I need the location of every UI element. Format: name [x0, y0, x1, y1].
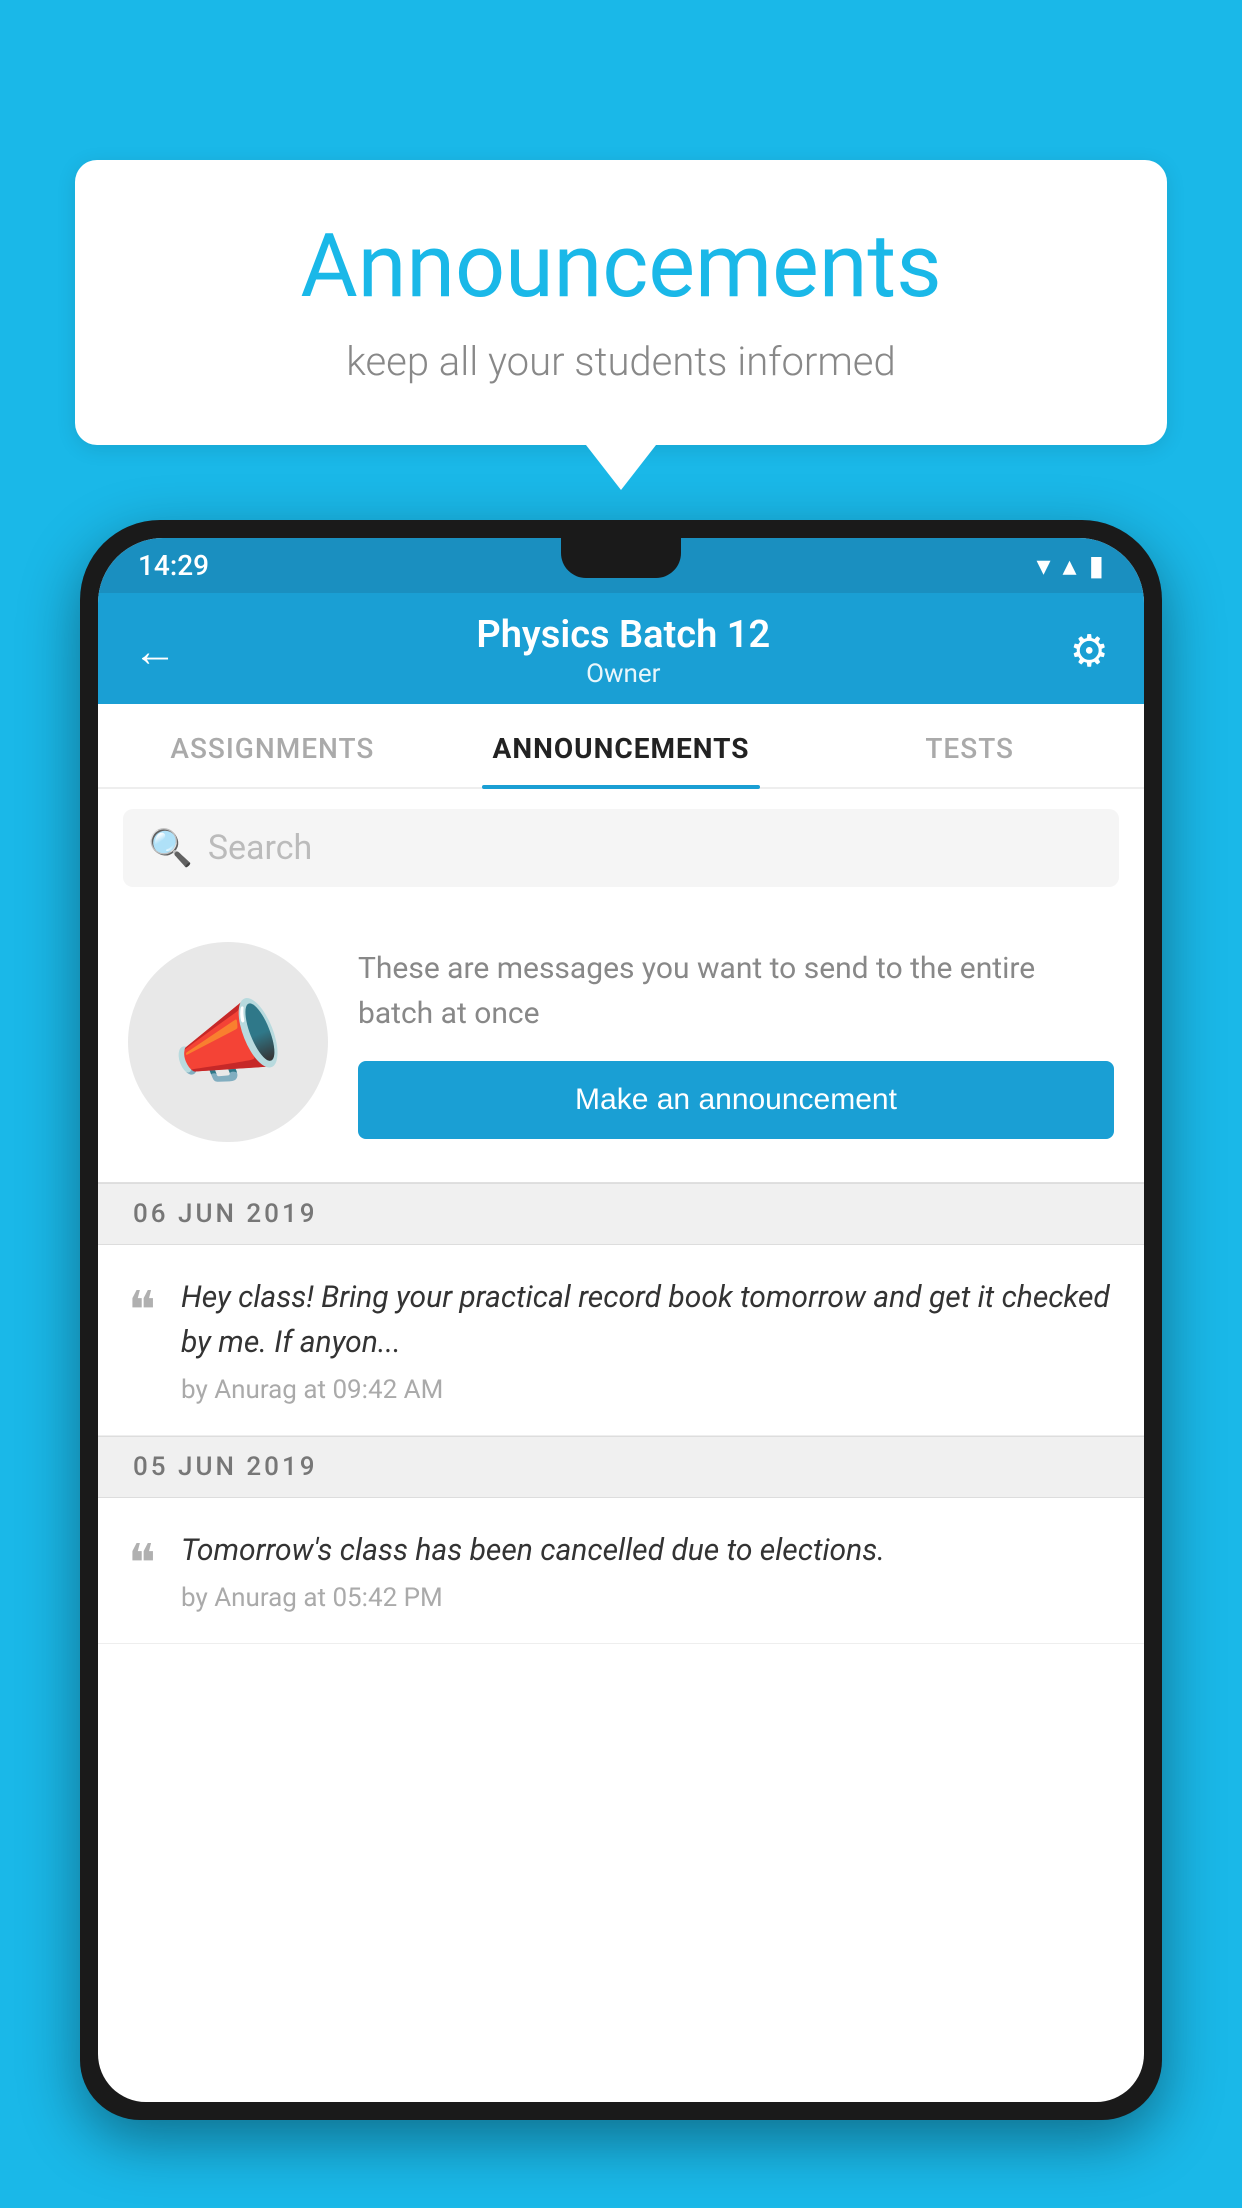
make-announcement-button[interactable]: Make an announcement [358, 1061, 1114, 1139]
date-separator-1: 06 JUN 2019 [98, 1183, 1144, 1245]
megaphone-icon: 📣 [172, 990, 284, 1095]
signal-icon: ▴ [1063, 549, 1077, 582]
header-center: Physics Batch 12 Owner [476, 613, 770, 689]
tabs-container: ASSIGNMENTS ANNOUNCEMENTS TESTS [98, 704, 1144, 789]
announcement-item-1[interactable]: ❝ Hey class! Bring your practical record… [98, 1245, 1144, 1436]
search-bar[interactable]: 🔍 Search [123, 809, 1119, 887]
search-container: 🔍 Search [98, 789, 1144, 907]
speech-bubble-arrow [586, 445, 656, 490]
tab-tests[interactable]: TESTS [795, 704, 1144, 787]
wifi-icon: ▾ [1036, 549, 1050, 582]
bubble-subtitle: keep all your students informed [135, 338, 1107, 385]
phone-screen: 14:29 ▾ ▴ ▮ ← Physics Batch 12 Owner ⚙ [98, 538, 1144, 2102]
speech-bubble: Announcements keep all your students inf… [75, 160, 1167, 445]
tab-announcements[interactable]: ANNOUNCEMENTS [447, 704, 796, 787]
search-icon: 🔍 [148, 827, 193, 869]
announcement-content-1: Hey class! Bring your practical record b… [181, 1275, 1114, 1405]
announcement-content-2: Tomorrow's class has been cancelled due … [181, 1528, 1114, 1613]
back-button[interactable]: ← [133, 625, 177, 677]
settings-icon[interactable]: ⚙ [1070, 625, 1109, 677]
quote-icon-2: ❝ [128, 1533, 156, 1594]
header-subtitle: Owner [476, 659, 770, 689]
phone-outer: 14:29 ▾ ▴ ▮ ← Physics Batch 12 Owner ⚙ [80, 520, 1162, 2120]
promo-description: These are messages you want to send to t… [358, 946, 1114, 1036]
app-header: ← Physics Batch 12 Owner ⚙ [98, 593, 1144, 704]
promo-right: These are messages you want to send to t… [358, 946, 1114, 1139]
promo-icon-circle: 📣 [128, 942, 328, 1142]
date-separator-2: 05 JUN 2019 [98, 1436, 1144, 1498]
announcement-text-2: Tomorrow's class has been cancelled due … [181, 1528, 1114, 1573]
announcement-meta-1: by Anurag at 09:42 AM [181, 1375, 1114, 1405]
status-time: 14:29 [138, 549, 209, 582]
search-placeholder: Search [208, 828, 312, 868]
promo-section: 📣 These are messages you want to send to… [98, 907, 1144, 1183]
quote-icon-1: ❝ [128, 1280, 156, 1341]
announcement-meta-2: by Anurag at 05:42 PM [181, 1583, 1114, 1613]
speech-bubble-section: Announcements keep all your students inf… [75, 160, 1167, 490]
phone-notch [561, 538, 681, 578]
status-icons: ▾ ▴ ▮ [1036, 549, 1104, 582]
battery-icon: ▮ [1089, 549, 1104, 582]
announcement-text-1: Hey class! Bring your practical record b… [181, 1275, 1114, 1365]
announcement-item-2[interactable]: ❝ Tomorrow's class has been cancelled du… [98, 1498, 1144, 1644]
phone-container: 14:29 ▾ ▴ ▮ ← Physics Batch 12 Owner ⚙ [80, 520, 1162, 2208]
tab-assignments[interactable]: ASSIGNMENTS [98, 704, 447, 787]
header-title: Physics Batch 12 [476, 613, 770, 657]
bubble-title: Announcements [135, 215, 1107, 318]
